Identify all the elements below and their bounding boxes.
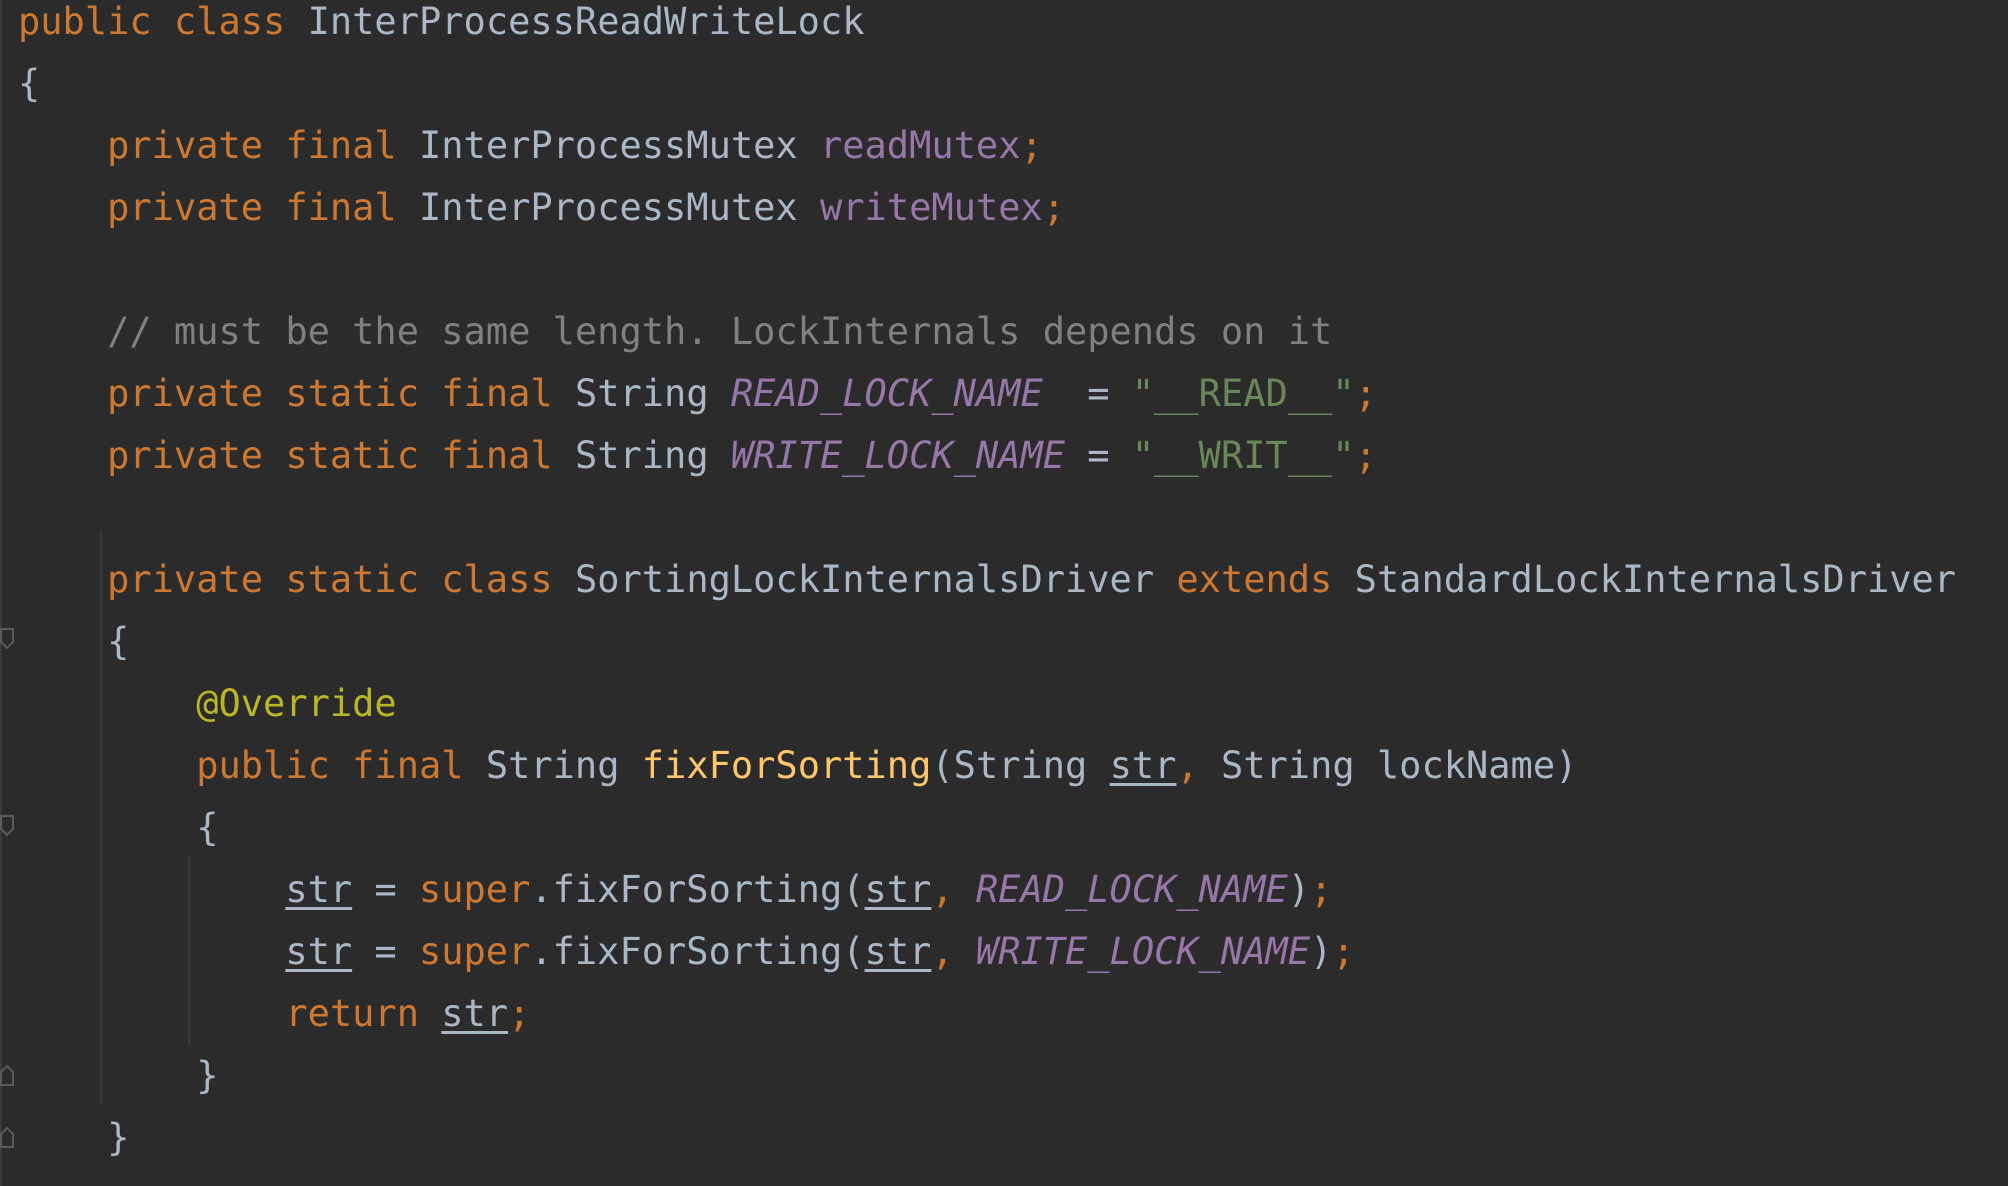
brace: {: [18, 62, 41, 105]
fold-marker-icon[interactable]: [0, 815, 14, 839]
keyword: private: [107, 124, 264, 167]
code-line[interactable]: return str;: [18, 983, 530, 1045]
semicolon: ;: [1042, 186, 1066, 229]
type-name: String: [953, 744, 1088, 787]
constant-name: WRITE_LOCK_NAME: [730, 434, 1066, 477]
operator: =: [1042, 372, 1132, 415]
code-line[interactable]: {: [18, 797, 219, 859]
gutter-border: [0, 0, 2, 1186]
code-line[interactable]: @Override: [18, 673, 397, 735]
variable-name: str: [864, 930, 932, 973]
code-line[interactable]: {: [18, 53, 40, 115]
type-name: String: [574, 434, 709, 477]
keyword: extends: [1176, 558, 1333, 601]
keyword: return: [285, 992, 419, 1035]
code-line[interactable]: public final String fixForSorting(String…: [18, 735, 1577, 797]
fold-marker-icon[interactable]: [0, 628, 14, 652]
class-name: InterProcessReadWriteLock: [307, 0, 865, 43]
code-line[interactable]: private final InterProcessMutex readMute…: [18, 115, 1043, 177]
code-line[interactable]: str = super.fixForSorting(str, WRITE_LOC…: [18, 921, 1355, 983]
variable-name: str: [441, 992, 509, 1035]
keyword: final: [285, 186, 397, 229]
variable-name: str: [864, 868, 932, 911]
constant-name: WRITE_LOCK_NAME: [975, 930, 1311, 973]
string-literal: "__WRIT__": [1131, 434, 1355, 477]
operator: =: [1065, 434, 1132, 477]
fold-marker-icon[interactable]: [0, 1124, 14, 1148]
variable-name: str: [285, 868, 353, 911]
semicolon: ;: [1310, 868, 1333, 911]
semicolon: ;: [1332, 930, 1355, 973]
brace: {: [196, 806, 219, 849]
type-name: String: [1220, 744, 1355, 787]
method-call: .fixForSorting(: [530, 868, 865, 911]
operator: =: [352, 868, 419, 911]
code-line[interactable]: }: [18, 1107, 129, 1169]
code-line[interactable]: private static final String WRITE_LOCK_N…: [18, 425, 1377, 487]
string-literal: "__READ__": [1131, 372, 1355, 415]
method-call: .fixForSorting(: [530, 930, 865, 973]
constant-name: READ_LOCK_NAME: [730, 372, 1043, 415]
constant-name: READ_LOCK_NAME: [975, 868, 1288, 911]
keyword: final: [285, 124, 397, 167]
keyword: super: [418, 930, 531, 973]
method-name: fixForSorting: [641, 744, 932, 787]
comma: ,: [931, 868, 954, 911]
fold-marker-icon[interactable]: [0, 1062, 14, 1086]
field-name: readMutex: [819, 124, 1021, 167]
code-line[interactable]: str = super.fixForSorting(str, READ_LOCK…: [18, 859, 1332, 921]
class-name: StandardLockInternalsDriver: [1354, 558, 1957, 601]
keyword: final: [441, 434, 553, 477]
brace: }: [107, 1116, 130, 1159]
operator: =: [352, 930, 419, 973]
paren: ): [1555, 744, 1578, 787]
code-line[interactable]: private final InterProcessMutex writeMut…: [18, 177, 1065, 239]
code-line[interactable]: }: [18, 1045, 219, 1107]
annotation: @Override: [196, 682, 397, 725]
paren: ): [1310, 930, 1333, 973]
code-line[interactable]: {: [18, 611, 129, 673]
semicolon: ;: [1354, 372, 1377, 415]
type-name: String: [485, 744, 620, 787]
code-line[interactable]: private static final String READ_LOCK_NA…: [18, 363, 1377, 425]
keyword: private: [107, 372, 264, 415]
class-name: SortingLockInternalsDriver: [574, 558, 1155, 601]
code-line[interactable]: // must be the same length. LockInternal…: [18, 301, 1332, 363]
keyword: super: [418, 868, 531, 911]
keyword: final: [441, 372, 553, 415]
keyword: private: [107, 186, 264, 229]
code-line[interactable]: public class InterProcessReadWriteLock: [18, 0, 865, 53]
keyword: public: [18, 0, 152, 43]
keyword: final: [352, 744, 464, 787]
keyword: class: [173, 0, 286, 43]
keyword: static: [285, 372, 419, 415]
type-name: InterProcessMutex: [419, 186, 798, 229]
keyword: static: [285, 434, 419, 477]
brace: {: [107, 620, 130, 663]
type-name: String: [574, 372, 709, 415]
paren: (: [931, 744, 954, 787]
code-line[interactable]: private static class SortingLockInternal…: [18, 549, 1956, 611]
parameter-name: lockName: [1376, 744, 1556, 787]
comment: // must be the same length. LockInternal…: [107, 310, 1333, 353]
keyword: class: [441, 558, 553, 601]
paren: ): [1287, 868, 1311, 911]
keyword: private: [107, 434, 264, 477]
code-editor[interactable]: public class InterProcessReadWriteLock {…: [0, 0, 2008, 1186]
keyword: public: [196, 744, 330, 787]
keyword: private: [107, 558, 264, 601]
comma: ,: [931, 930, 954, 973]
keyword: static: [285, 558, 419, 601]
semicolon: ;: [1020, 124, 1043, 167]
comma: ,: [1176, 744, 1199, 787]
field-name: writeMutex: [819, 186, 1043, 229]
variable-name: str: [285, 930, 353, 973]
semicolon: ;: [508, 992, 531, 1035]
parameter-name: str: [1109, 744, 1177, 787]
semicolon: ;: [1354, 434, 1377, 477]
brace: }: [196, 1054, 219, 1097]
type-name: InterProcessMutex: [419, 124, 798, 167]
